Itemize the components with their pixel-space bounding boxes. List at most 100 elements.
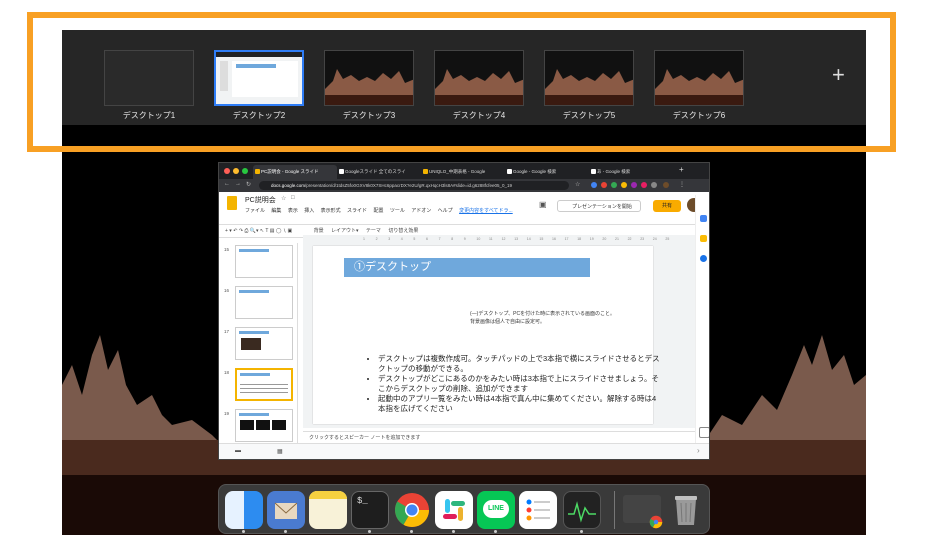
move-folder-icon[interactable]: □ <box>291 195 295 201</box>
url-path: /presentation/d/1tdsZ5fo0GXV8k0X7SHc6ppa… <box>305 183 513 188</box>
bullet-item: デスクトップがどこにあるのかをみたい時は3本指で上にスライドさせましょう。そこか… <box>378 374 663 394</box>
finder-icon[interactable] <box>225 491 263 529</box>
share-button[interactable]: 共有 <box>653 200 681 212</box>
present-button[interactable]: プレゼンテーションを開始 <box>557 200 641 212</box>
browser-tab-1[interactable]: PC説明会 - Google スライド <box>253 165 337 179</box>
menu-format[interactable]: 表示形式 <box>321 208 341 214</box>
current-slide[interactable]: ①デスクトップ (—)デスクトップ、PCを付けた時に表示されている画面のこと。 … <box>313 246 660 424</box>
tasks-icon[interactable] <box>700 255 707 262</box>
explore-icon[interactable] <box>699 427 709 438</box>
tab-label: Google - Google 検索 <box>513 169 557 174</box>
filmstrip-view-icon[interactable]: ▬ <box>235 448 241 454</box>
reminders-icon[interactable] <box>519 491 557 529</box>
zoom-icon[interactable]: 🔍▾ <box>250 228 260 234</box>
comment-add-icon[interactable]: ▣ <box>287 228 293 234</box>
undo-icon[interactable]: ↶ <box>233 228 237 234</box>
extension-icon[interactable] <box>621 182 627 188</box>
keep-icon[interactable] <box>700 235 707 242</box>
extension-icon[interactable] <box>631 182 637 188</box>
extension-icon[interactable] <box>611 182 617 188</box>
back-icon[interactable]: ← <box>224 181 230 187</box>
menu-tools[interactable]: ツール <box>390 208 405 214</box>
menu-addons[interactable]: アドオン <box>411 208 431 214</box>
slide-note-line: (—)デスクトップ、PCを付けた時に表示されている画面のこと。 <box>470 311 615 317</box>
bookmark-star-icon[interactable]: ☆ <box>575 181 580 188</box>
menu-slide[interactable]: スライド <box>347 208 367 214</box>
grid-view-icon[interactable]: ▦ <box>277 448 283 455</box>
calendar-icon[interactable] <box>700 215 707 222</box>
slack-icon[interactable] <box>435 491 473 529</box>
layout-button[interactable]: レイアウト▾ <box>331 228 359 234</box>
slide-thumbnail-17[interactable] <box>235 327 293 360</box>
ruler-tick: 17 <box>564 237 569 241</box>
menu-edit[interactable]: 編集 <box>271 208 281 214</box>
extension-icon[interactable] <box>651 182 657 188</box>
profile-avatar[interactable] <box>663 182 669 188</box>
comments-icon[interactable]: ▣ <box>539 200 547 209</box>
new-tab-button[interactable]: + <box>679 165 684 174</box>
theme-button[interactable]: テーマ <box>366 228 381 234</box>
extension-icon[interactable] <box>591 182 597 188</box>
tab-label: PC説明会 - Google スライド <box>261 169 319 174</box>
ruler-tick: 25 <box>665 237 670 241</box>
terminal-icon[interactable]: $_ <box>351 491 389 529</box>
line-icon[interactable]: LINE <box>477 491 515 529</box>
expand-panel-icon[interactable]: › <box>697 446 700 455</box>
notes-icon[interactable] <box>309 491 347 529</box>
slide-bullet-list[interactable]: デスクトップは複数作成可。タッチパッドの上で3本指で横にスライドさせるとデスクト… <box>368 354 663 414</box>
browser-tab-4[interactable]: Google - Google 検索 <box>505 165 589 179</box>
chrome-window: PC説明会 - Google スライド Googleスライド 全てのスライ UN… <box>218 162 710 460</box>
slide-thumbnail-19[interactable] <box>235 409 293 442</box>
menu-view[interactable]: 表示 <box>288 208 298 214</box>
browser-tab-3[interactable]: UNIQLO_中期表格 - Google <box>421 165 505 179</box>
menu-file[interactable]: ファイル <box>245 208 265 214</box>
speaker-notes[interactable]: クリックするとスピーカー ノートを追加できます <box>303 431 695 443</box>
extension-icon[interactable] <box>641 182 647 188</box>
chrome-icon[interactable] <box>393 491 431 529</box>
slide-note[interactable]: (—)デスクトップ、PCを付けた時に表示されている画面のこと。 背景画像は個人で… <box>470 310 650 326</box>
browser-tab-5[interactable]: あ - Google 検索 <box>589 165 673 179</box>
slides-favicon-icon <box>255 169 260 174</box>
reload-icon[interactable]: ↻ <box>246 181 251 188</box>
browser-tab-2[interactable]: Googleスライド 全てのスライ <box>337 165 421 179</box>
address-input[interactable]: docs.google.com/presentation/d/1tdsZ5fo0… <box>259 181 569 190</box>
star-icon[interactable]: ☆ <box>281 195 286 202</box>
trash-icon[interactable] <box>667 491 705 529</box>
filmstrip: 15 16 17 18 19 <box>219 243 298 443</box>
browser-menu-icon[interactable]: ⋮ <box>679 181 685 188</box>
zoom-window-button[interactable] <box>242 168 248 174</box>
ruler-tick: 22 <box>627 237 632 241</box>
bullet-item: デスクトップは複数作成可。タッチパッドの上で3本指で横にスライドさせるとデスクト… <box>378 354 663 374</box>
document-title[interactable]: PC説明会 <box>245 195 276 205</box>
background-button[interactable]: 背景 <box>314 228 324 234</box>
activity-monitor-icon[interactable] <box>563 491 601 529</box>
shape-icon[interactable]: ◯ <box>276 228 283 234</box>
slide-title[interactable]: ①デスクトップ <box>344 258 590 277</box>
menu-insert[interactable]: 挿入 <box>304 208 314 214</box>
forward-icon[interactable]: → <box>235 181 241 187</box>
close-window-button[interactable] <box>224 168 230 174</box>
ruler-tick: 21 <box>615 237 619 241</box>
slides-header: PC説明会 ☆ □ ファイル 編集 表示 挿入 表示形式 スライド 配置 ツール… <box>219 192 709 224</box>
ruler-tick: 1 <box>363 237 365 241</box>
ruler-tick: 11 <box>489 237 493 241</box>
extension-icon[interactable] <box>601 182 607 188</box>
new-slide-icon[interactable]: + ▾ <box>225 228 233 234</box>
chrome-window-icon[interactable] <box>623 495 663 529</box>
slide-number: 19 <box>224 411 230 416</box>
redo-icon[interactable]: ↷ <box>239 228 243 234</box>
mail-icon[interactable] <box>267 491 305 529</box>
last-edit-link[interactable]: 変更内容をすべてドラ... <box>459 208 513 214</box>
menu-arrange[interactable]: 配置 <box>373 208 383 214</box>
menu-bar: ファイル 編集 表示 挿入 表示形式 スライド 配置 ツール アドオン ヘルプ … <box>245 207 518 214</box>
running-indicator <box>410 530 413 533</box>
minimize-window-button[interactable] <box>233 168 239 174</box>
slide-thumbnail-16[interactable] <box>235 286 293 319</box>
slide-thumbnail-15[interactable] <box>235 245 293 278</box>
slides-logo-icon[interactable] <box>227 196 237 210</box>
slide-thumbnail-18[interactable] <box>235 368 293 401</box>
menu-help[interactable]: ヘルプ <box>438 208 453 214</box>
slide-number: 17 <box>224 329 230 334</box>
bullet-item: 起動中のアプリ一覧をみたい時は4本指で真ん中に集めてください。解除する時は4本指… <box>378 394 663 414</box>
transition-button[interactable]: 切り替え効果 <box>388 228 418 234</box>
